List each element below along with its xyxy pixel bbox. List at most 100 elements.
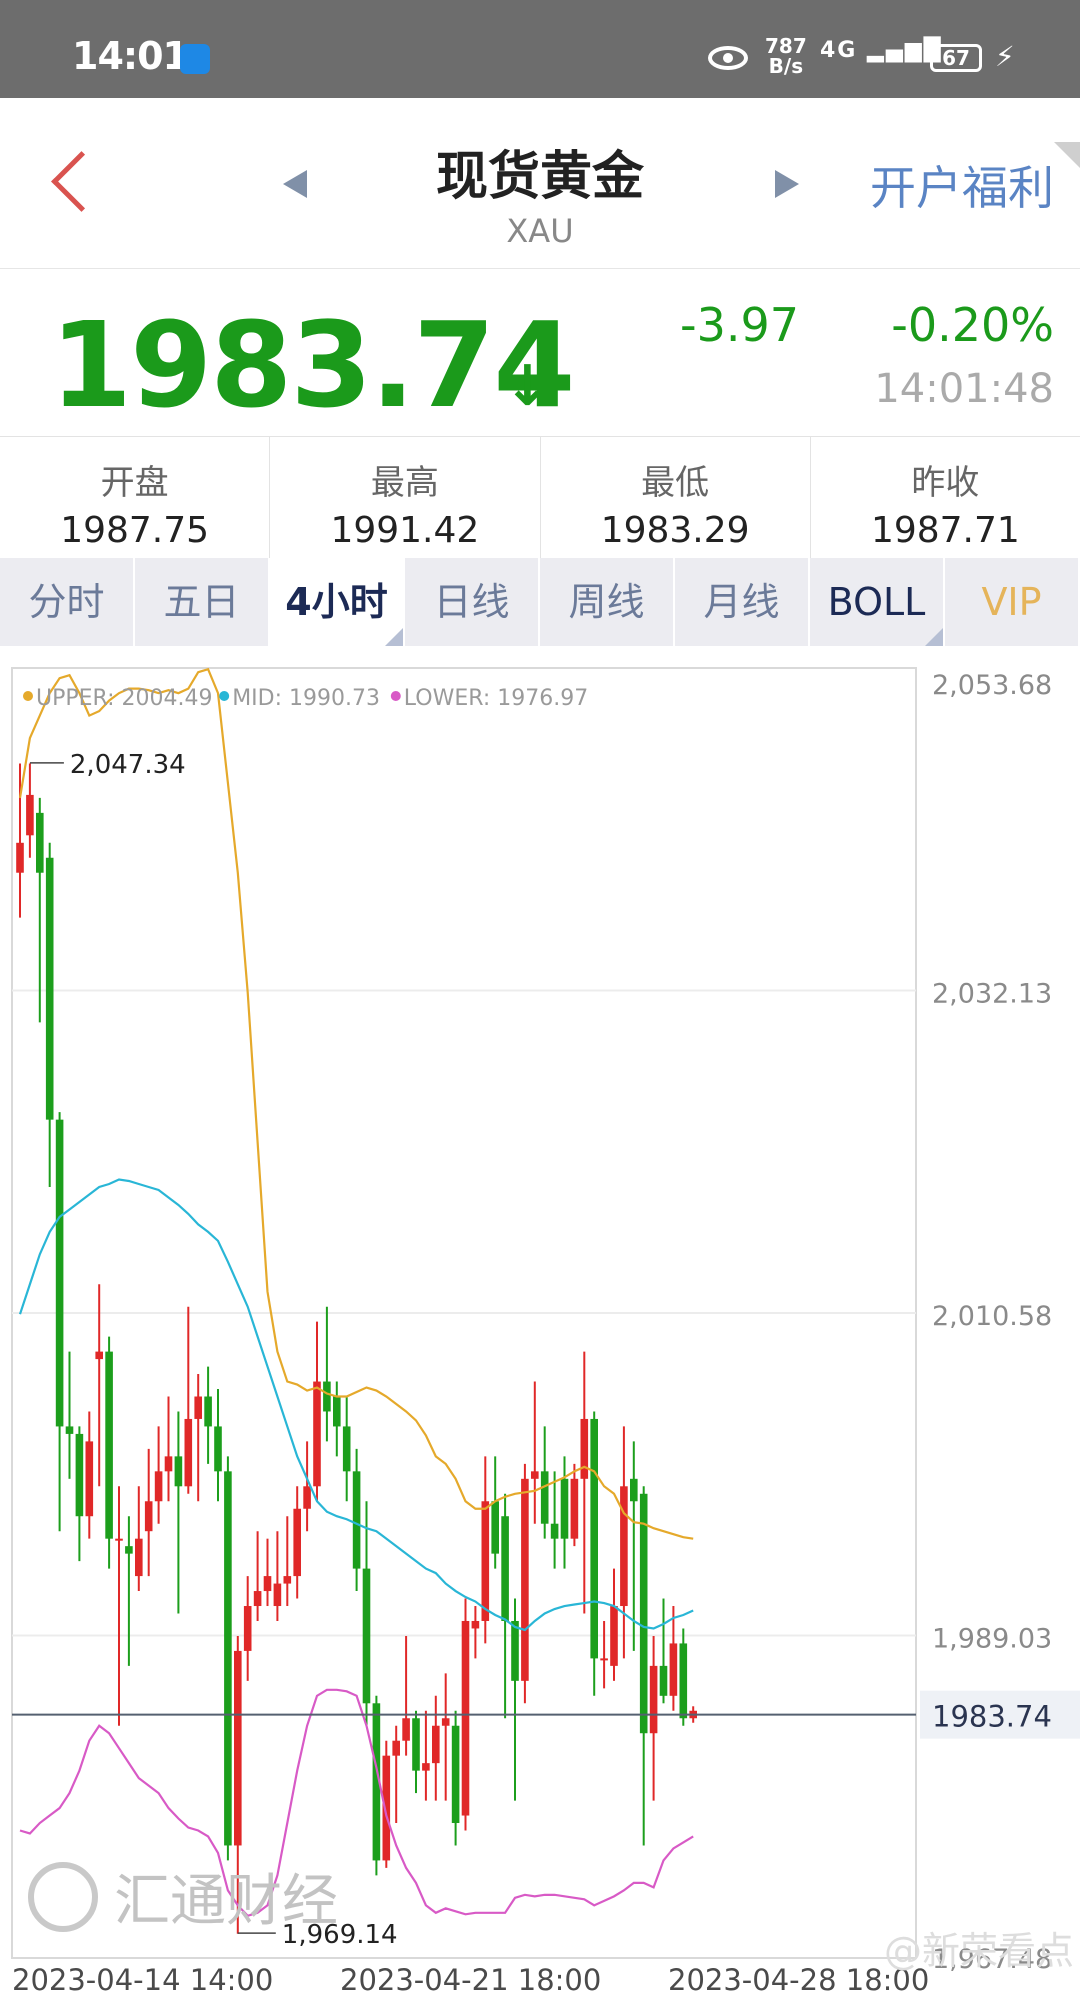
candle-body xyxy=(402,1718,410,1741)
tab-monthly[interactable]: 月线 xyxy=(675,558,810,646)
watermark: 汇通财经 xyxy=(28,1856,338,1937)
candle-body xyxy=(590,1418,598,1659)
candle-body xyxy=(392,1740,400,1756)
candle-body xyxy=(313,1381,321,1487)
candle-body xyxy=(471,1620,480,1629)
candle-body xyxy=(55,1119,64,1427)
charging-icon: ⚡ xyxy=(995,40,1015,73)
status-time: 14:01 xyxy=(72,34,189,78)
candle-body xyxy=(461,1620,470,1816)
quote-time: 14:01:48 xyxy=(874,366,1054,412)
prev-symbol-icon[interactable] xyxy=(283,170,307,198)
candle-body xyxy=(600,1658,608,1661)
candle-body xyxy=(135,1538,143,1577)
candle-body xyxy=(224,1471,232,1846)
stat-label: 昨收 xyxy=(911,463,980,503)
candle-body xyxy=(540,1471,549,1524)
candle-body xyxy=(65,1426,74,1434)
y-tick-label: 2,053.68 xyxy=(932,670,1052,701)
credit-text: @新荣看点 xyxy=(883,1929,1074,1973)
candle-body xyxy=(441,1718,450,1726)
candle-body xyxy=(253,1591,262,1607)
candle-body xyxy=(610,1606,618,1666)
candle-body xyxy=(204,1396,212,1427)
candle-body xyxy=(521,1478,529,1681)
candle-body xyxy=(174,1456,183,1487)
tab-4-hour[interactable]: 4小时 xyxy=(270,558,405,646)
stat-value: 1987.75 xyxy=(60,510,210,551)
network-speed-value: 787 xyxy=(765,34,807,58)
account-promo-link[interactable]: 开户福利 xyxy=(870,152,1054,218)
candle-body xyxy=(214,1426,222,1472)
candle-body xyxy=(16,842,24,873)
candle-body xyxy=(323,1381,331,1412)
stat-open: 开盘 1987.75 xyxy=(0,437,271,559)
tab-daily[interactable]: 日线 xyxy=(405,558,540,646)
candle-body xyxy=(234,1650,242,1846)
watermark-text: 汇通财经 xyxy=(114,1869,338,1934)
period-tabs: 分时 五日 4小时 日线 周线 月线 BOLL VIP xyxy=(0,558,1080,646)
stat-value: 1987.71 xyxy=(870,510,1020,551)
stat-value: 1991.42 xyxy=(330,510,480,551)
candle-body xyxy=(164,1456,173,1472)
candle-body xyxy=(333,1396,341,1427)
next-symbol-icon[interactable] xyxy=(775,170,799,198)
battery-level: 67 xyxy=(942,46,970,70)
candle-body xyxy=(570,1478,579,1539)
dropdown-corner-icon xyxy=(385,628,403,646)
legend-label: LOWER: 1976.97 xyxy=(404,686,588,711)
candle-body xyxy=(639,1493,648,1734)
candle-body xyxy=(144,1501,153,1532)
candle-body xyxy=(243,1606,252,1651)
candle-body xyxy=(194,1396,202,1419)
candle-body xyxy=(491,1501,499,1554)
eye-icon xyxy=(708,46,748,70)
max-label: 2,047.34 xyxy=(70,750,186,780)
candle-body xyxy=(45,857,54,1120)
tab-label: BOLL xyxy=(827,580,926,624)
y-tick-label: 2,010.58 xyxy=(932,1301,1052,1332)
price-down-arrow-icon: ↓ xyxy=(504,354,551,419)
symbol-code: XAU xyxy=(506,212,574,250)
candle-body xyxy=(511,1620,519,1681)
battery-icon: 67 xyxy=(930,44,982,72)
stat-label: 开盘 xyxy=(100,463,169,503)
candle-body xyxy=(303,1486,311,1509)
candle-body xyxy=(620,1486,628,1607)
tab-five-day[interactable]: 五日 xyxy=(135,558,270,646)
candle-body xyxy=(451,1725,460,1824)
candle-body xyxy=(669,1643,678,1696)
candle-body xyxy=(36,812,44,873)
kline-chart[interactable]: 2,053.682,032.132,010.581,989.031,967.48… xyxy=(0,660,1080,1999)
candle-body xyxy=(125,1546,133,1554)
legend-dot xyxy=(390,691,401,701)
kline-chart-area[interactable]: 2,053.68 2,032.13 2,010.58 1,989.03 1,967.48… xyxy=(0,660,1080,1999)
y-tick-label: 2,032.13 xyxy=(932,979,1052,1010)
app-notification-icon xyxy=(180,44,210,74)
legend-dot xyxy=(23,691,33,701)
x-tick-label: 2023-04-21 18:00 xyxy=(340,1963,601,1997)
legend-dot xyxy=(219,691,230,701)
tab-boll[interactable]: BOLL xyxy=(810,558,945,646)
candle-body xyxy=(85,1441,94,1517)
candle-body xyxy=(184,1418,193,1487)
status-bar: 14:01 787 B/s 4G ▂▄▆█ 67 ⚡ xyxy=(0,0,1080,98)
candle-body xyxy=(501,1516,509,1621)
y-tick-label: 1,989.03 xyxy=(932,1624,1052,1655)
network-speed-unit: B/s xyxy=(768,54,804,78)
signal-icon: 4G ▂▄▆█ xyxy=(820,38,943,63)
tab-vip[interactable]: VIP xyxy=(945,558,1080,646)
candle-body xyxy=(75,1433,84,1517)
price-change-percent: -0.20% xyxy=(891,298,1054,352)
stat-high: 最高 1991.42 xyxy=(270,437,541,559)
candle-body xyxy=(115,1538,123,1541)
stat-label: 最高 xyxy=(370,463,439,503)
legend-label: MID: 1990.73 xyxy=(232,686,380,711)
legend-label: UPPER: 2004.49 xyxy=(36,686,213,711)
stat-label: 最低 xyxy=(641,463,710,503)
back-chevron-icon[interactable] xyxy=(51,151,112,212)
tab-weekly[interactable]: 周线 xyxy=(540,558,675,646)
current-price: 1983.74 xyxy=(50,296,575,434)
candle-body xyxy=(273,1583,282,1607)
tab-intraday[interactable]: 分时 xyxy=(0,558,135,646)
